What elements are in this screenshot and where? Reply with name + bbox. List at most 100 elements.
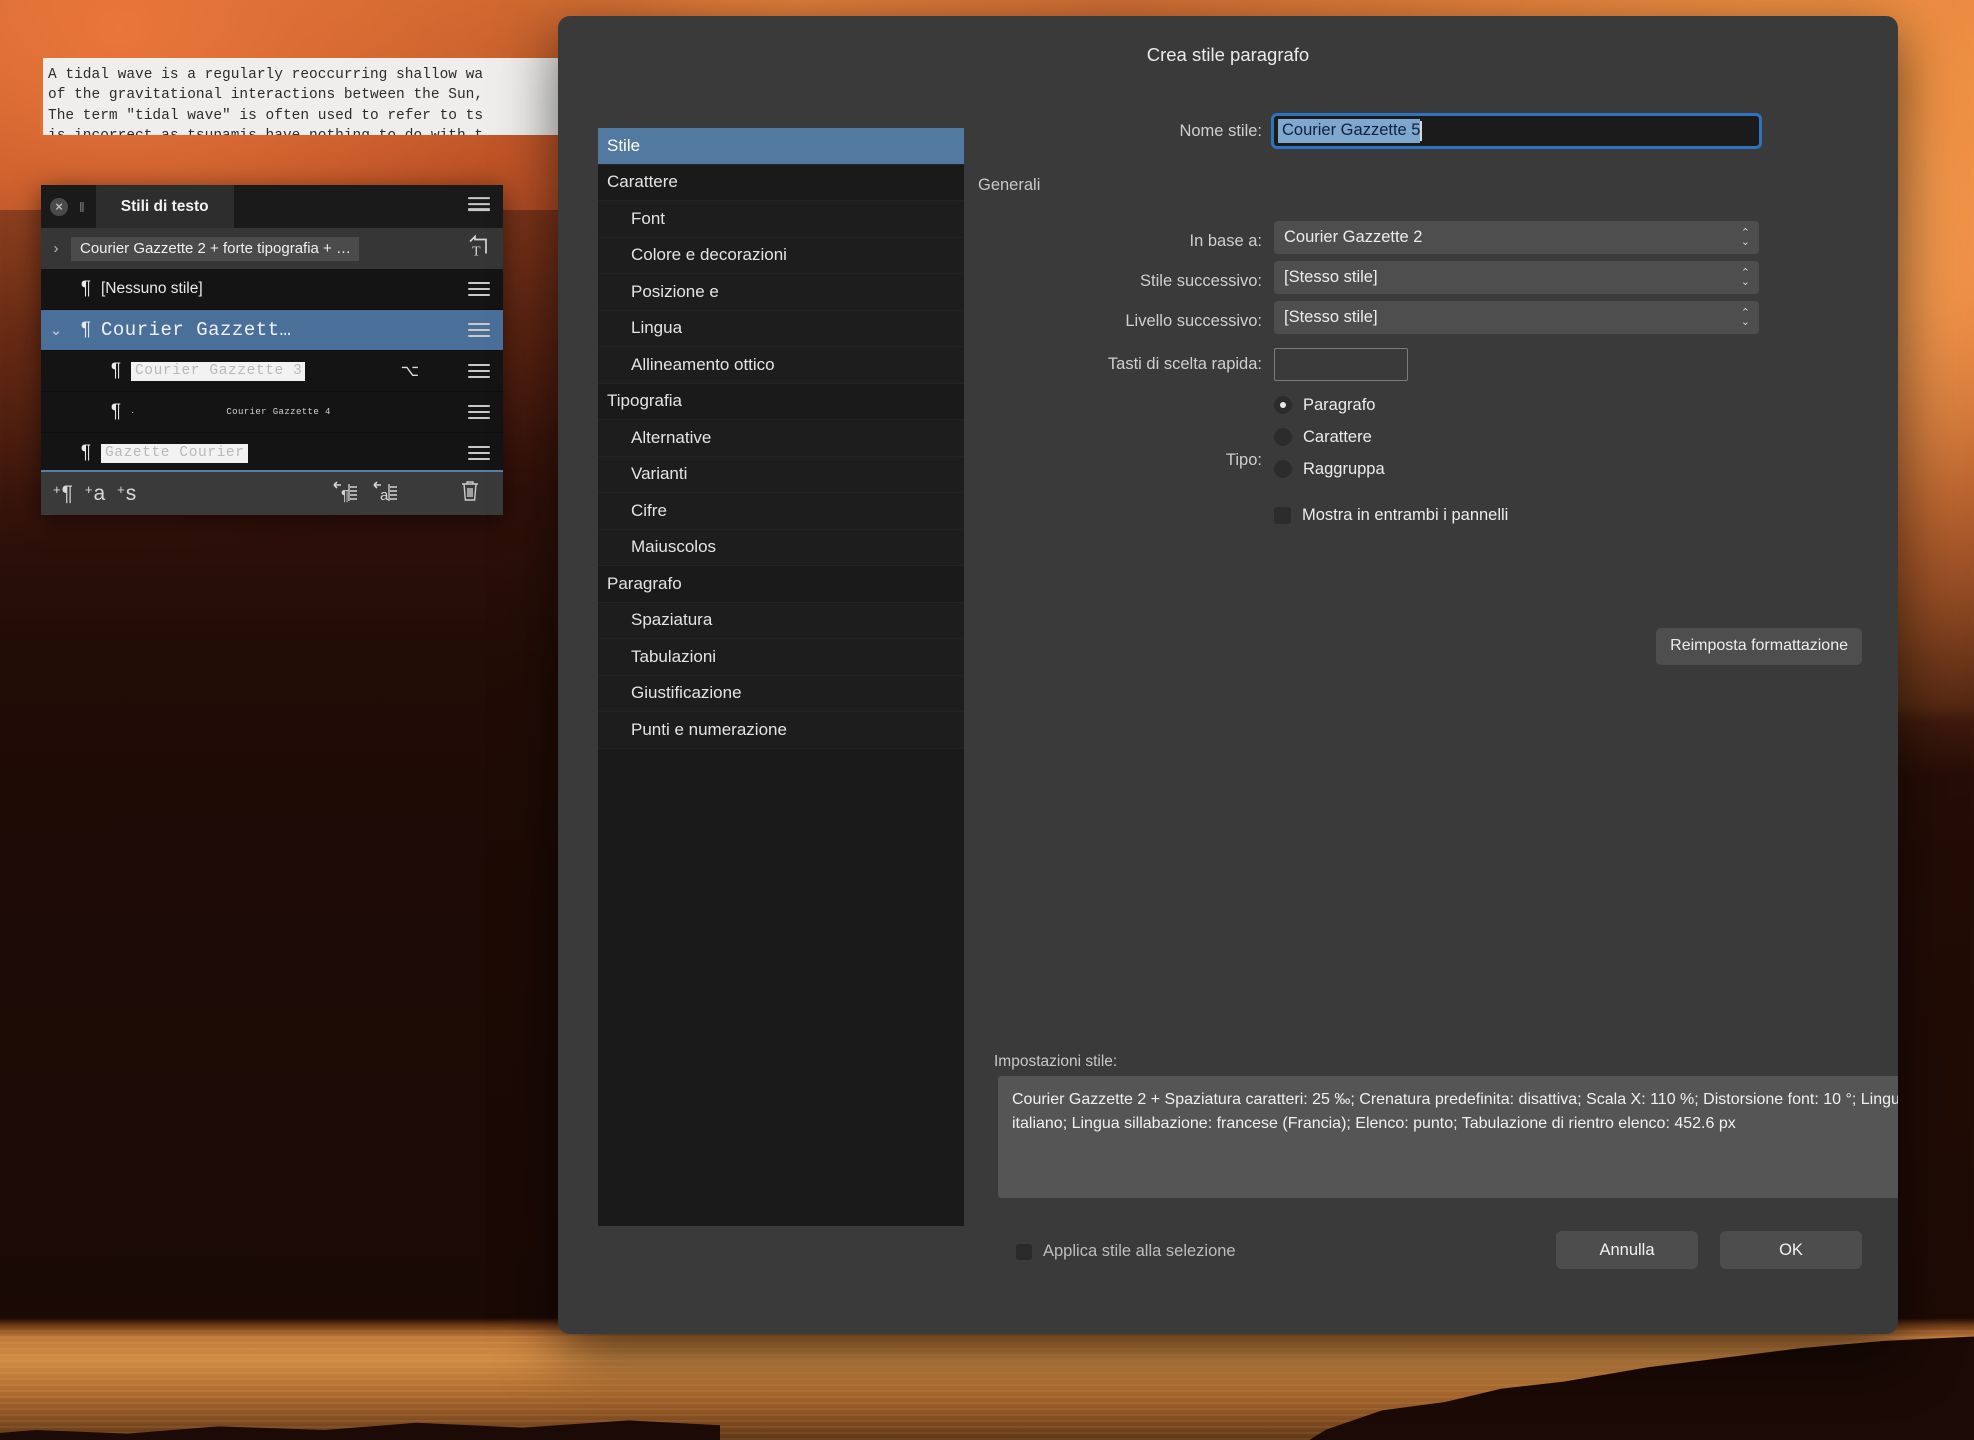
dialog-nav-list[interactable]: Stile Carattere Font Colore e decorazion… (598, 128, 964, 1226)
close-icon[interactable]: × (50, 197, 68, 216)
type-radio-group: Paragrafo Carattere Raggruppa Mostra in … (1274, 389, 1508, 531)
nav-item-spaziatura[interactable]: Spaziatura (598, 602, 964, 639)
breadcrumb-label[interactable]: Courier Gazzette 2 + forte tipografia + … (71, 236, 359, 261)
apply-style-to-selection-checkbox[interactable]: Applica stile alla selezione (1016, 1242, 1236, 1261)
radio-option-raggruppa[interactable]: Raggruppa (1274, 453, 1508, 485)
paragraph-glyph-icon: ¶ (110, 401, 122, 422)
nav-item-carattere[interactable]: Carattere (598, 165, 964, 201)
ok-button[interactable]: OK (1720, 1231, 1862, 1269)
chevron-updown-icon: ⌃ ⌄ (1740, 306, 1750, 328)
radio-icon[interactable] (1274, 460, 1292, 478)
next-style-select[interactable]: [Stesso stile] ⌃ ⌄ (1274, 261, 1759, 294)
new-paragraph-style-button[interactable]: + ¶ (53, 483, 73, 504)
list-item[interactable]: ¶ Courier Gazzette 3 ⌥ (41, 351, 503, 392)
list-item[interactable]: ⌄ ¶ Courier Gazzett… (41, 310, 503, 351)
radio-label: Raggruppa (1303, 459, 1385, 478)
nav-item-posizione-e[interactable]: Posizione e (598, 274, 964, 311)
based-on-row: In base a: Courier Gazzette 2 ⌃ ⌄ (978, 221, 1862, 261)
chevron-updown-icon: ⌃ ⌄ (1740, 226, 1750, 248)
panel-menu-icon[interactable] (468, 194, 490, 220)
svg-text:a: a (380, 487, 389, 503)
paragraph-plus-icon: ¶ (61, 482, 73, 505)
trash-icon[interactable] (459, 479, 481, 508)
row-menu-icon[interactable] (468, 279, 490, 300)
style-name-input[interactable]: Courier Gazzette 5 (1271, 113, 1762, 149)
based-on-label: In base a: (1189, 231, 1262, 250)
list-item[interactable]: ¶ [Nessuno stile] (41, 269, 503, 310)
paragraph-glyph-icon: ¶ (110, 360, 122, 381)
shortcut-label: Tasti di scelta rapida: (1107, 355, 1262, 373)
nav-item-tabulazioni[interactable]: Tabulazioni (598, 639, 964, 676)
chevron-right-icon[interactable]: › (41, 240, 71, 257)
style-name-input[interactable]: Courier Gazzette 3 (131, 361, 306, 381)
next-level-select[interactable]: [Stesso stile] ⌃ ⌄ (1274, 301, 1759, 334)
group-plus-icon: s (125, 482, 137, 505)
checkbox-label: Mostra in entrambi i pannelli (1302, 505, 1509, 524)
nav-item-colore-e-decorazioni[interactable]: Colore e decorazioni (598, 237, 964, 274)
checkbox-icon[interactable] (1016, 1243, 1032, 1260)
nav-item-font[interactable]: Font (598, 201, 964, 238)
radio-option-carattere[interactable]: Carattere (1274, 421, 1508, 453)
checkbox-icon[interactable] (1274, 506, 1291, 524)
nav-item-lingua[interactable]: Lingua (598, 310, 964, 347)
radio-label: Carattere (1303, 427, 1372, 446)
row-menu-icon[interactable] (468, 443, 490, 464)
new-character-style-button[interactable]: + a (85, 483, 105, 504)
nav-item-cifre[interactable]: Cifre (598, 493, 964, 530)
nav-item-stile[interactable]: Stile (598, 128, 964, 165)
row-menu-icon[interactable] (468, 361, 490, 382)
styles-list[interactable]: ¶ [Nessuno stile] ⌄ ¶ Courier Gazzett… ¶… (41, 269, 503, 470)
tab-stili-di-testo[interactable]: Stili di testo (95, 185, 234, 228)
row-menu-icon[interactable] (468, 320, 490, 341)
doc-line-4: is incorrect as tsunamis have nothing to… (48, 128, 483, 135)
type-label: Tipo: (1225, 450, 1262, 469)
character-plus-icon: a (93, 482, 106, 505)
reset-formatting-button[interactable]: Reimposta formattazione (1656, 628, 1862, 665)
cancel-button[interactable]: Annulla (1556, 1231, 1698, 1269)
nav-item-paragrafo[interactable]: Paragrafo (598, 566, 964, 603)
radio-option-paragrafo[interactable]: Paragrafo (1274, 389, 1508, 421)
apply-paragraph-style-icon[interactable]: ¶ (333, 479, 359, 508)
list-item[interactable]: ¶ · Courier Gazzette 4 (41, 392, 503, 433)
next-level-value: [Stesso stile] (1284, 308, 1378, 326)
style-name-input[interactable]: Gazette Courier (101, 443, 248, 463)
text-styles-panel: × ‖ Stili di testo › Courier Gazzette 2 … (41, 185, 503, 515)
nav-item-alternative[interactable]: Alternative (598, 420, 964, 457)
text-caret (1420, 121, 1423, 141)
document-text-snippet: A tidal wave is a regularly reoccurring … (40, 58, 560, 135)
based-on-value: Courier Gazzette 2 (1284, 228, 1423, 246)
paragraph-glyph-icon: ¶ (80, 442, 92, 463)
styles-panel-toolbar: + ¶ + a + s ¶ a (41, 470, 503, 515)
doc-line-2: of the gravitational interactions betwee… (48, 87, 484, 104)
next-level-row: Livello successivo: [Stesso stile] ⌃ ⌄ (978, 301, 1862, 341)
based-on-select[interactable]: Courier Gazzette 2 ⌃ ⌄ (1274, 221, 1759, 254)
radio-icon[interactable] (1274, 428, 1292, 446)
row-menu-icon[interactable] (468, 402, 490, 423)
show-both-panels-checkbox[interactable]: Mostra in entrambi i pannelli (1274, 499, 1508, 531)
nav-item-punti-e-numerazione[interactable]: Punti e numerazione (598, 712, 964, 749)
shortcut-input[interactable] (1274, 348, 1408, 381)
nav-item-maiuscolos[interactable]: Maiuscolos (598, 529, 964, 566)
apply-character-style-icon[interactable]: a (373, 479, 399, 508)
nav-item-varianti[interactable]: Varianti (598, 456, 964, 493)
style-settings-label: Impostazioni stile: (994, 1053, 1118, 1070)
nav-item-giustificazione[interactable]: Giustificazione (598, 675, 964, 712)
list-item[interactable]: ¶ Gazette Courier (41, 433, 503, 470)
style-name: Courier Gazzett… (101, 319, 292, 341)
next-style-value: [Stesso stile] (1284, 268, 1378, 286)
drag-grip-icon[interactable]: ‖ (79, 199, 85, 215)
doc-line-1: A tidal wave is a regularly reoccurring … (48, 67, 484, 83)
paragraph-glyph-icon: ¶ (80, 319, 92, 340)
new-group-style-button[interactable]: + s (117, 483, 136, 504)
nav-item-allineamento-ottico[interactable]: Allineamento ottico (598, 347, 964, 384)
option-key-icon: ⌥ (400, 363, 419, 380)
panel-titlebar: × ‖ Stili di testo (41, 185, 503, 228)
type-row: Tipo: Paragrafo Carattere Raggruppa Most… (978, 389, 1862, 531)
nav-item-tipografia[interactable]: Tipografia (598, 384, 964, 420)
next-style-label: Stile successivo: (1140, 271, 1262, 290)
generali-section-label: Generali (978, 176, 1041, 194)
radio-icon[interactable] (1274, 396, 1292, 414)
twisty-icon[interactable]: ⌄ (41, 321, 71, 339)
undo-text-icon[interactable]: T (465, 233, 491, 264)
svg-text:T: T (472, 244, 481, 259)
